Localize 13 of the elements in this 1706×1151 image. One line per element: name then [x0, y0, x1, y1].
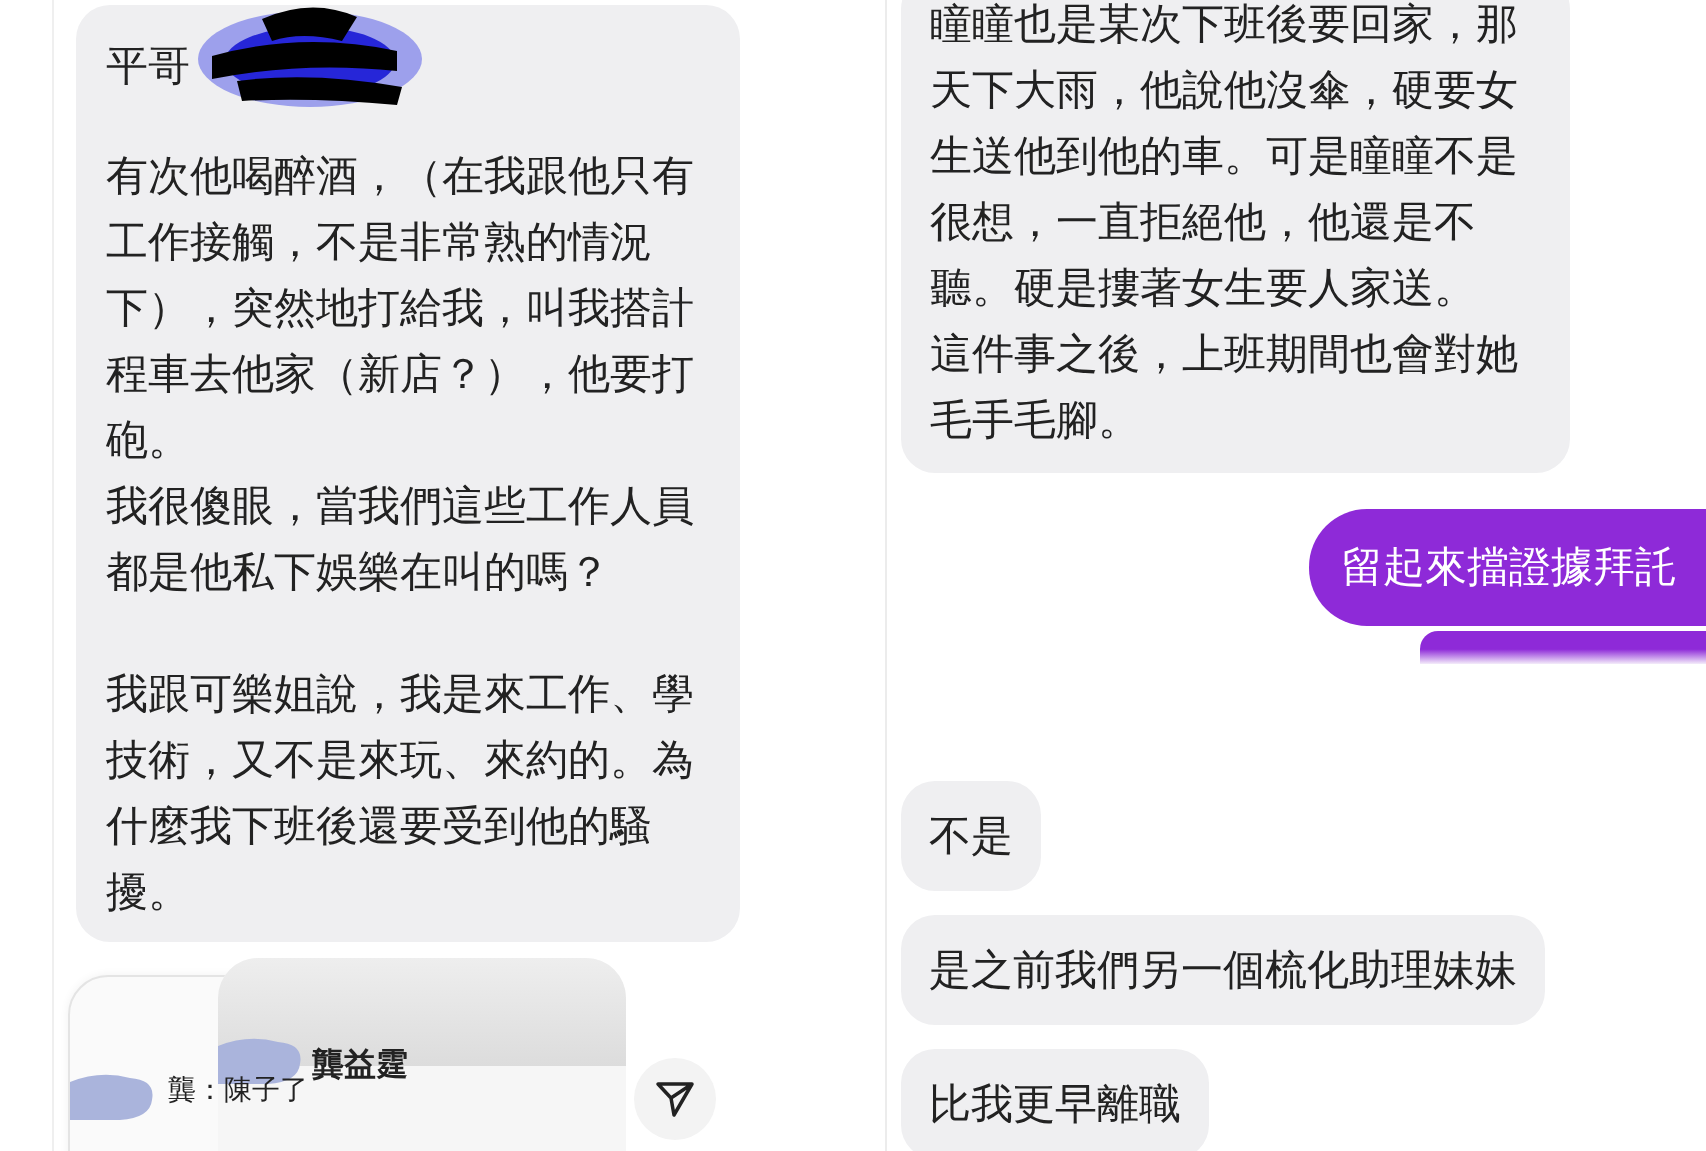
sender-name: 平哥 [106, 40, 190, 92]
message-text: 我跟可樂姐說，我是來工作、學技術，又不是來玩、來約的。為什麼我下班後還要受到他的騷擾。 [106, 668, 695, 918]
message-bubble: 比我更早離職 [901, 1049, 1209, 1151]
sent-message: 留起來擋證據拜託 [1309, 509, 1706, 626]
message-text: 我很傻眼，當我們這些工作人員都是他私下娛樂在叫的嗎？ [106, 480, 695, 598]
message-text: 有次他喝醉酒，（在我跟他只有工作接觸，不是非常熟的情況下），突然地打給我，叫我搭計程車去他家（新店？），他要打砲。 [106, 150, 695, 466]
contact-name: 龔：陳子了 [168, 1074, 308, 1106]
contact-name: 龔益霆 [312, 1044, 408, 1084]
message-bubble: 是之前我們另一個梳化助理妹妹 [901, 915, 1545, 1025]
send-icon [655, 1080, 695, 1118]
message-bubble: 不是 [901, 781, 1041, 891]
message-text: 瞳瞳也是某次下班後要回家，那天下大雨，他說他沒傘，硬要女生送他到他的車。可是瞳瞳不是很想，一直拒絕他，他還是不聽。硬是摟著女生要人家送。 [930, 0, 1519, 314]
message-text: 這件事之後，上班期間也會對她毛手毛腳。 [930, 328, 1519, 446]
